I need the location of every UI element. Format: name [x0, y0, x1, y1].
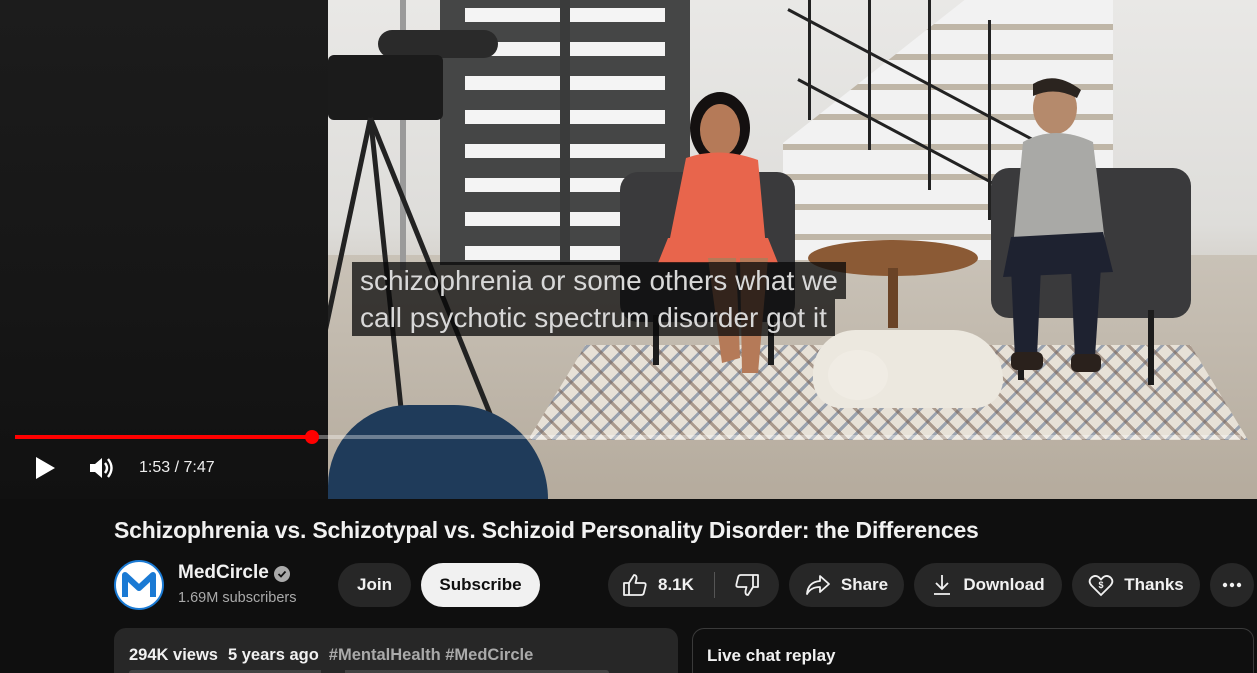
woman-figure — [658, 92, 778, 373]
verified-badge-icon — [274, 566, 290, 582]
live-chat-panel[interactable]: Live chat replay — [692, 628, 1254, 673]
caption-line: call psychotic spectrum disorder got it — [352, 299, 835, 336]
upload-age: 5 years ago — [227, 646, 319, 664]
svg-text:$: $ — [1099, 580, 1104, 590]
thanks-label: Thanks — [1124, 575, 1184, 594]
hashtag-link[interactable]: #MedCircle — [445, 646, 533, 664]
video-camera — [328, 55, 443, 120]
description-meta: 294K views 5 years ago #MentalHealth #Me… — [129, 646, 533, 665]
share-label: Share — [840, 575, 889, 594]
hashtag-link[interactable]: #MentalHealth — [329, 646, 441, 664]
like-count: 8.1K — [658, 575, 694, 594]
subscribe-label: Subscribe — [439, 575, 522, 594]
time-display: 1:53 / 7:47 — [139, 459, 215, 476]
like-dislike-group: 8.1K — [608, 563, 779, 607]
dog-head — [828, 350, 888, 400]
channel-name[interactable]: MedCircle — [178, 562, 269, 584]
volume-icon — [90, 458, 113, 478]
thanks-button[interactable]: $ Thanks — [1072, 563, 1200, 607]
join-button[interactable]: Join — [338, 563, 411, 607]
table-base — [888, 268, 898, 328]
caption-line: schizophrenia or some others what we — [352, 262, 846, 299]
dislike-button[interactable] — [715, 563, 779, 607]
channel-avatar[interactable] — [114, 560, 164, 610]
camera-microphone — [378, 30, 498, 58]
scene-baluster — [808, 0, 811, 120]
scene-baluster — [868, 0, 871, 150]
progress-bar[interactable] — [15, 430, 1241, 444]
subtitles: schizophrenia or some others what we cal… — [352, 262, 846, 336]
download-label: Download — [963, 575, 1045, 594]
progress-played — [15, 435, 312, 439]
more-horizontal-icon — [1222, 582, 1242, 588]
video-frame[interactable] — [328, 0, 1257, 499]
progress-scrubber-handle[interactable] — [304, 430, 319, 444]
view-count: 294K views — [129, 646, 218, 664]
subscribe-button[interactable]: Subscribe — [421, 563, 540, 607]
share-button[interactable]: Share — [789, 563, 904, 607]
video-title: Schizophrenia vs. Schizotypal vs. Schizo… — [114, 517, 979, 543]
thumbs-down-icon — [735, 574, 759, 596]
like-button[interactable]: 8.1K — [608, 563, 714, 607]
more-actions-button[interactable] — [1210, 563, 1254, 607]
super-thanks-icon: $ — [1088, 575, 1114, 597]
video-player[interactable]: schizophrenia or some others what we cal… — [0, 0, 1257, 499]
live-chat-title: Live chat replay — [707, 646, 836, 665]
scene-baluster — [928, 0, 931, 190]
volume-button[interactable] — [84, 451, 118, 485]
play-icon — [36, 457, 55, 479]
download-button[interactable]: Download — [914, 563, 1062, 607]
play-button[interactable] — [28, 451, 62, 485]
thumbs-up-icon — [623, 574, 647, 596]
medcircle-logo-icon — [122, 572, 156, 597]
video-letterbox — [0, 0, 328, 499]
join-label: Join — [357, 575, 392, 594]
description-box[interactable]: 294K views 5 years ago #MentalHealth #Me… — [114, 628, 678, 673]
download-icon — [934, 575, 951, 595]
man-figure — [1003, 78, 1113, 372]
share-icon — [805, 575, 830, 595]
subscriber-count: 1.69M subscribers — [178, 590, 297, 606]
